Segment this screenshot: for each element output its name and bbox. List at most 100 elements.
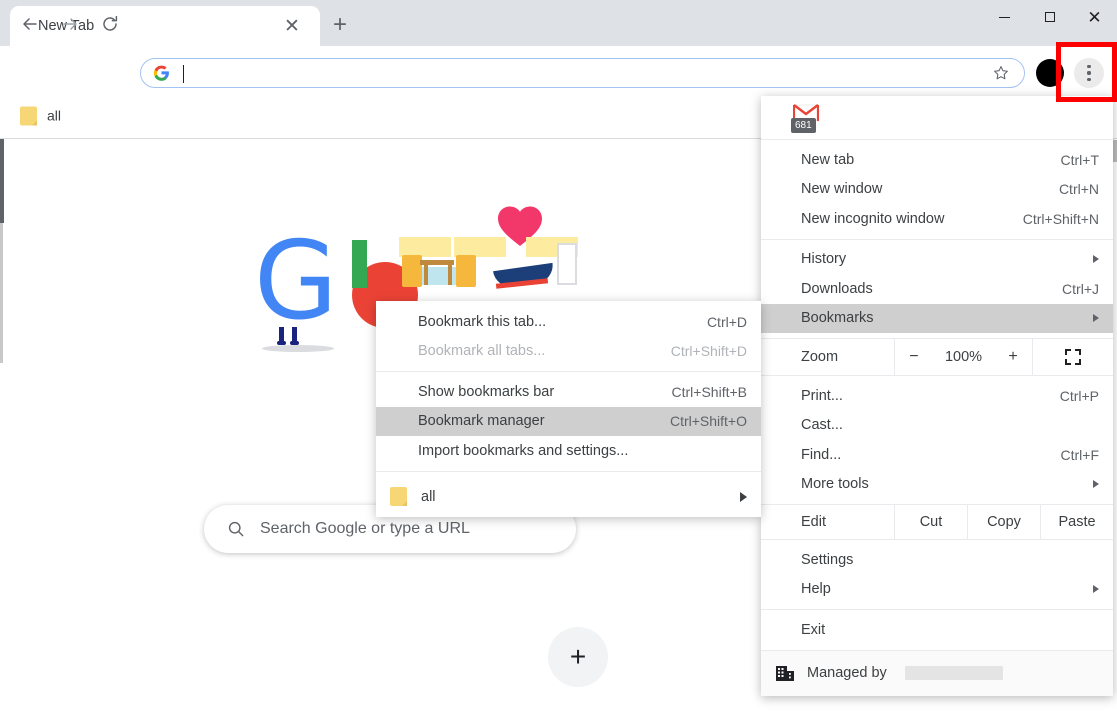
submenu-item-shortcut: Ctrl+Shift+D bbox=[671, 343, 747, 359]
menu-group-exit: Exit bbox=[761, 610, 1113, 650]
fullscreen-button[interactable] bbox=[1033, 339, 1113, 375]
bookmarks-submenu: Bookmark this tab... Ctrl+D Bookmark all… bbox=[376, 301, 761, 517]
submenu-item-label: Import bookmarks and settings... bbox=[418, 443, 747, 459]
doodle-legs-icon bbox=[274, 327, 308, 347]
menu-item-label: Settings bbox=[801, 552, 1099, 568]
menu-zoom-row: Zoom − 100% + bbox=[761, 338, 1113, 376]
submenu-item-bookmark-this-tab[interactable]: Bookmark this tab... Ctrl+D bbox=[376, 307, 761, 337]
menu-item-help[interactable]: Help bbox=[761, 575, 1113, 605]
doodle-chair bbox=[456, 255, 476, 287]
doodle-table-leg bbox=[448, 265, 452, 285]
submenu-item-label: Bookmark all tabs... bbox=[418, 343, 671, 359]
profile-avatar[interactable] bbox=[1036, 59, 1064, 87]
submenu-folder-all[interactable]: all bbox=[376, 477, 761, 517]
chevron-right-icon bbox=[1093, 314, 1099, 322]
menu-item-label: New window bbox=[801, 181, 1059, 197]
menu-item-label: More tools bbox=[801, 476, 1085, 492]
menu-item-label: Downloads bbox=[801, 281, 1062, 297]
gmail-icon[interactable]: 681 bbox=[793, 103, 821, 133]
maximize-button[interactable] bbox=[1027, 0, 1072, 34]
menu-item-label: New tab bbox=[801, 152, 1061, 168]
chevron-right-icon bbox=[1093, 255, 1099, 263]
chrome-main-menu: 681 New tab Ctrl+T New window Ctrl+N New… bbox=[761, 96, 1113, 696]
menu-item-new-tab[interactable]: New tab Ctrl+T bbox=[761, 145, 1113, 175]
menu-item-bookmarks[interactable]: Bookmarks bbox=[761, 304, 1113, 334]
star-icon[interactable] bbox=[992, 64, 1010, 82]
three-dot-menu-icon[interactable] bbox=[1074, 58, 1104, 88]
doodle-table-leg bbox=[424, 265, 428, 285]
submenu-item-shortcut: Ctrl+Shift+O bbox=[670, 413, 747, 429]
bookmark-label: all bbox=[47, 108, 61, 124]
gmail-unread-badge: 681 bbox=[791, 118, 816, 133]
menu-item-new-window[interactable]: New window Ctrl+N bbox=[761, 175, 1113, 205]
reload-button[interactable] bbox=[96, 10, 124, 38]
menu-item-exit[interactable]: Exit bbox=[761, 615, 1113, 645]
managed-by-footer[interactable]: Managed by bbox=[761, 650, 1113, 696]
menu-item-more-tools[interactable]: More tools bbox=[761, 470, 1113, 500]
back-button[interactable] bbox=[16, 10, 44, 38]
menu-item-new-incognito-window[interactable]: New incognito window Ctrl+Shift+N bbox=[761, 204, 1113, 234]
plus-icon: + bbox=[548, 627, 608, 687]
zoom-controls: − 100% + bbox=[894, 339, 1033, 375]
submenu-item-bookmark-all-tabs: Bookmark all tabs... Ctrl+Shift+D bbox=[376, 337, 761, 367]
zoom-in-button[interactable]: + bbox=[1004, 349, 1022, 365]
submenu-item-shortcut: Ctrl+Shift+B bbox=[672, 384, 747, 400]
copy-button[interactable]: Copy bbox=[967, 505, 1040, 539]
menu-separator bbox=[761, 239, 1113, 240]
new-tab-button[interactable]: + bbox=[326, 11, 354, 39]
fullscreen-icon bbox=[1064, 348, 1082, 366]
menu-item-label: Cast... bbox=[801, 417, 1099, 433]
close-icon[interactable]: ✕ bbox=[282, 16, 302, 36]
doodle-shadow bbox=[262, 345, 334, 352]
doodle-yellow-panel bbox=[454, 237, 506, 257]
submenu-item-label: Show bookmarks bar bbox=[418, 384, 672, 400]
bookmark-folder-all[interactable]: all bbox=[14, 103, 67, 128]
menu-extension-icons-row: 681 bbox=[761, 96, 1113, 140]
address-bar[interactable] bbox=[140, 58, 1025, 88]
close-window-button[interactable]: ✕ bbox=[1072, 0, 1117, 34]
search-icon bbox=[226, 519, 246, 539]
menu-item-label: New incognito window bbox=[801, 211, 1023, 227]
menu-item-settings[interactable]: Settings bbox=[761, 545, 1113, 575]
folder-icon bbox=[20, 106, 37, 125]
doodle-white-door bbox=[557, 243, 577, 285]
menu-item-shortcut: Ctrl+N bbox=[1059, 181, 1099, 197]
edit-label: Edit bbox=[761, 505, 894, 539]
menu-item-label: Help bbox=[801, 581, 1085, 597]
doodle-letter-g: G bbox=[254, 228, 338, 336]
doodle-scene bbox=[344, 215, 574, 285]
submenu-item-label: Bookmark this tab... bbox=[418, 314, 707, 330]
menu-item-find[interactable]: Find... Ctrl+F bbox=[761, 440, 1113, 470]
doodle-yellow-panel bbox=[399, 237, 451, 257]
add-shortcut-button[interactable]: + Add shortcut bbox=[522, 627, 634, 716]
back-arrow-icon bbox=[20, 14, 40, 34]
window-edge-light bbox=[0, 223, 3, 363]
submenu-item-show-bookmarks-bar[interactable]: Show bookmarks bar Ctrl+Shift+B bbox=[376, 377, 761, 407]
zoom-out-button[interactable]: − bbox=[905, 349, 923, 365]
browser-window: New Tab ✕ + ✕ bbox=[0, 0, 1117, 716]
cut-button[interactable]: Cut bbox=[894, 505, 967, 539]
paste-button[interactable]: Paste bbox=[1040, 505, 1113, 539]
doodle-chair bbox=[402, 255, 422, 287]
menu-group-tools: Print... Ctrl+P Cast... Find... Ctrl+F M… bbox=[761, 376, 1113, 504]
menu-item-label: Exit bbox=[801, 622, 1099, 638]
submenu-item-bookmark-manager[interactable]: Bookmark manager Ctrl+Shift+O bbox=[376, 407, 761, 437]
menu-item-label: Find... bbox=[801, 447, 1061, 463]
window-controls: ✕ bbox=[982, 0, 1117, 34]
forward-button[interactable] bbox=[56, 10, 84, 38]
submenu-separator bbox=[376, 371, 761, 372]
menu-group-browsing: History Downloads Ctrl+J Bookmarks bbox=[761, 245, 1113, 334]
submenu-item-shortcut: Ctrl+D bbox=[707, 314, 747, 330]
menu-item-downloads[interactable]: Downloads Ctrl+J bbox=[761, 274, 1113, 304]
chevron-right-icon bbox=[1093, 480, 1099, 488]
search-placeholder: Search Google or type a URL bbox=[260, 520, 470, 538]
menu-item-print[interactable]: Print... Ctrl+P bbox=[761, 381, 1113, 411]
minimize-button[interactable] bbox=[982, 0, 1027, 34]
submenu-separator bbox=[376, 471, 761, 472]
forward-arrow-icon bbox=[60, 14, 80, 34]
menu-item-cast[interactable]: Cast... bbox=[761, 411, 1113, 441]
menu-item-history[interactable]: History bbox=[761, 245, 1113, 275]
submenu-item-import-bookmarks-and-settings[interactable]: Import bookmarks and settings... bbox=[376, 436, 761, 466]
menu-item-label: Print... bbox=[801, 388, 1060, 404]
chevron-right-icon bbox=[1093, 585, 1099, 593]
